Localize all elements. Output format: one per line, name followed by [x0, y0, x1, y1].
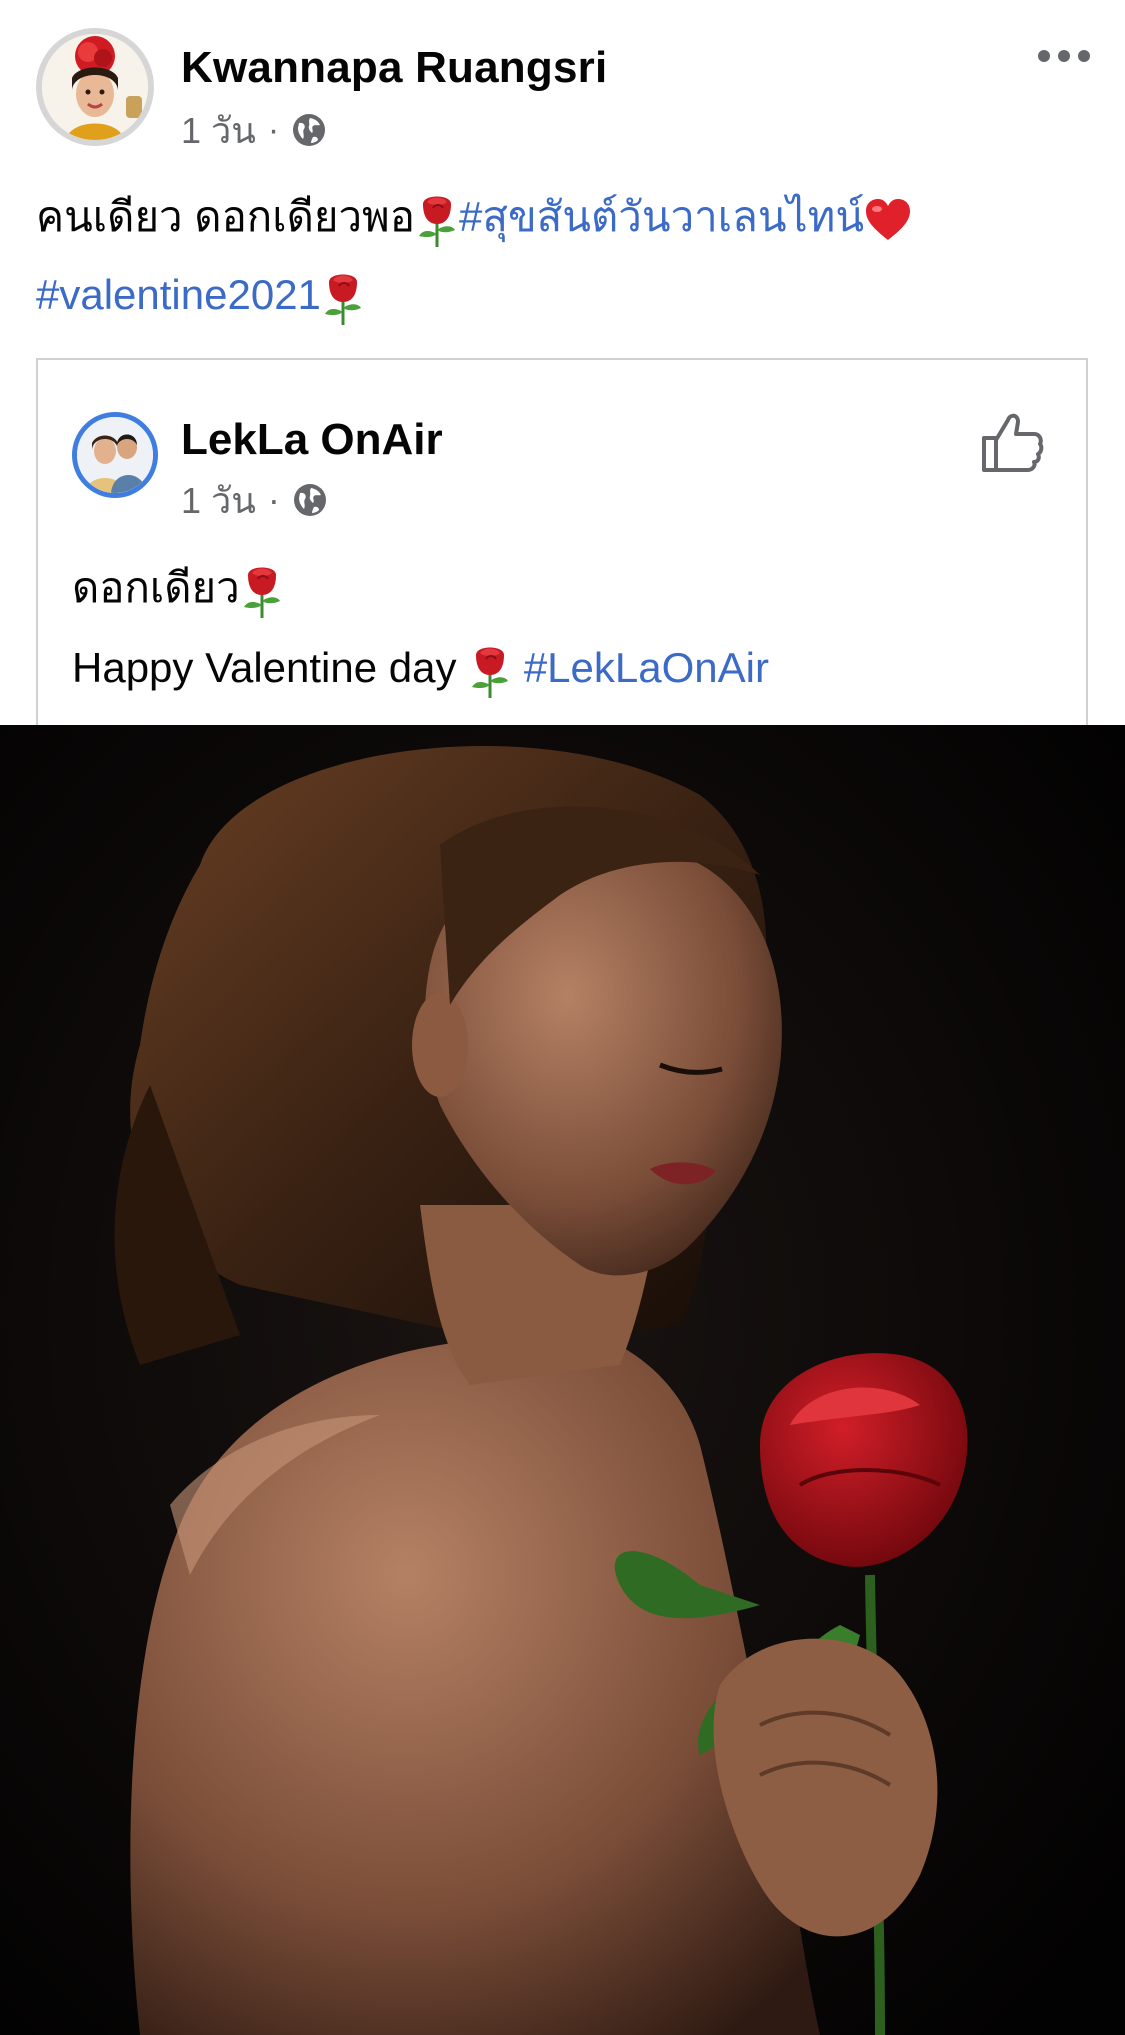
meta-separator: ·	[267, 110, 280, 149]
shared-text-line-1: ดอกเดียว	[72, 548, 1062, 628]
post-text-line-1: คนเดียว ดอกเดียวพอ #สุขสันต์วันวาเลนไทน์	[36, 178, 1096, 256]
shared-post-card[interactable]: LekLa OnAir 1 วัน · ดอกเดียว Happy Valen…	[36, 358, 1088, 730]
post-meta: 1 วัน ·	[181, 102, 327, 158]
facebook-post-screen: Kwannapa Ruangsri 1 วัน · คนเดียว ดอกเดี…	[0, 0, 1125, 2035]
author-avatar[interactable]	[36, 28, 154, 146]
shared-author-name[interactable]: LekLa OnAir	[181, 412, 443, 468]
globe-icon	[293, 484, 326, 516]
post-time[interactable]: 1 วัน	[181, 102, 256, 159]
globe-icon	[293, 114, 326, 146]
post-text-line-2: #valentine2021	[36, 256, 1096, 334]
post-photo-image	[0, 725, 1125, 2035]
post-header: Kwannapa Ruangsri 1 วัน ·	[0, 0, 1125, 170]
post-text: คนเดียว ดอกเดียวพอ #สุขสันต์วันวาเลนไทน์…	[36, 178, 1096, 334]
author-name[interactable]: Kwannapa Ruangsri	[181, 40, 607, 96]
shared-text-line-2: Happy Valentine day #LekLaOnAir	[72, 628, 1062, 708]
rose-emoji	[243, 567, 280, 618]
shared-hashtag-link[interactable]: #LekLaOnAir	[524, 644, 769, 691]
thumbs-up-icon[interactable]	[980, 410, 1044, 474]
author-avatar-image	[42, 34, 148, 140]
shared-post-meta: 1 วัน ·	[181, 472, 328, 528]
shared-post-text: ดอกเดียว Happy Valentine day #LekLaOnAir	[72, 548, 1062, 708]
more-dots-icon[interactable]	[1036, 42, 1092, 70]
shared-text-body-2: Happy Valentine day	[72, 644, 457, 691]
shared-author-avatar[interactable]	[72, 412, 158, 498]
red-heart-emoji	[866, 198, 911, 240]
rose-emoji	[472, 647, 509, 698]
rose-emoji	[418, 196, 455, 247]
shared-text-body-1: ดอกเดียว	[72, 564, 240, 611]
post-photo[interactable]	[0, 725, 1125, 2035]
rose-emoji	[324, 274, 361, 325]
shared-meta-separator: ·	[267, 479, 280, 520]
hashtag-link-2[interactable]: #valentine2021	[36, 271, 321, 318]
post-text-body: คนเดียว ดอกเดียวพอ	[36, 193, 415, 240]
hashtag-link-1[interactable]: #สุขสันต์วันวาเลนไทน์	[459, 193, 864, 240]
shared-post-time[interactable]: 1 วัน	[181, 472, 256, 529]
